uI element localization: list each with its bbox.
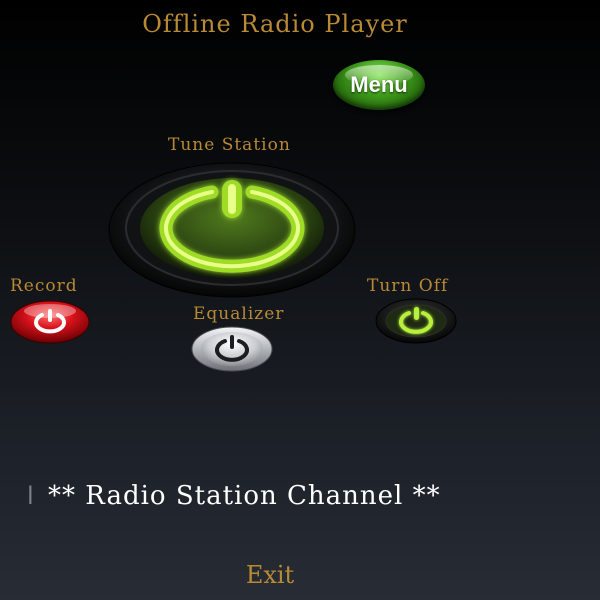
turn-off-label: Turn Off	[367, 276, 449, 296]
station-name-text: ** Radio Station Channel **	[48, 481, 441, 511]
station-ticker: l ** Radio Station Channel **	[0, 478, 600, 518]
power-icon	[191, 326, 273, 372]
equalizer-label: Equalizer	[193, 304, 285, 324]
ticker-edge-glyph: l	[27, 482, 34, 510]
menu-button-label: Menu	[350, 72, 408, 97]
power-icon	[108, 162, 356, 298]
tune-station-label: Tune Station	[168, 135, 291, 155]
app-title: Offline Radio Player	[142, 10, 408, 38]
equalizer-button[interactable]	[191, 326, 273, 372]
menu-button[interactable]: Menu	[333, 60, 425, 110]
record-label: Record	[10, 276, 78, 296]
turn-off-button[interactable]	[375, 298, 457, 344]
exit-button[interactable]: Exit	[0, 561, 540, 589]
power-icon	[10, 300, 90, 344]
tune-station-button[interactable]	[108, 162, 356, 298]
record-button[interactable]	[10, 300, 90, 344]
power-icon	[375, 298, 457, 344]
